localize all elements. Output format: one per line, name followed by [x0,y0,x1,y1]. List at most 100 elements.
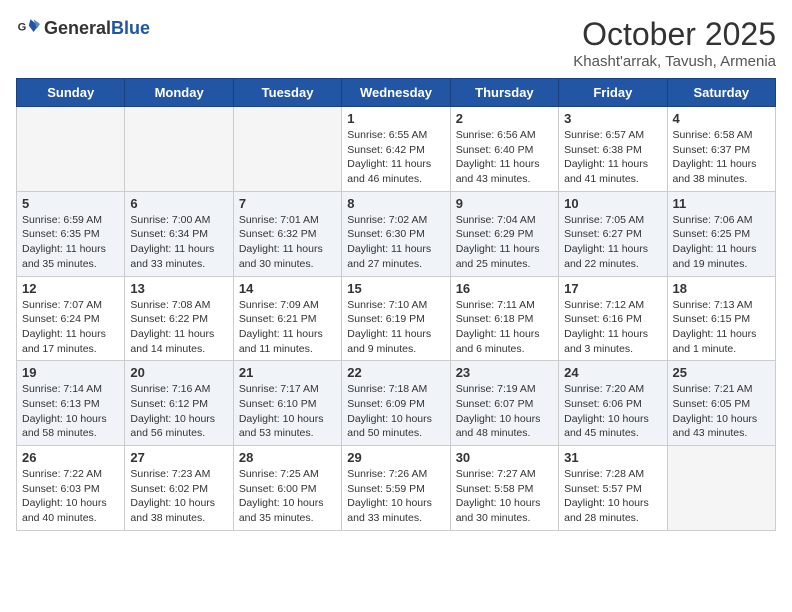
day-cell: 31Sunrise: 7:28 AM Sunset: 5:57 PM Dayli… [559,446,667,531]
day-number: 9 [456,196,553,211]
weekday-header-row: SundayMondayTuesdayWednesdayThursdayFrid… [17,79,776,107]
day-cell: 17Sunrise: 7:12 AM Sunset: 6:16 PM Dayli… [559,276,667,361]
day-cell: 22 Sunrise: 7:18 AM Sunset: 6:09 PM Dayli… [342,361,450,446]
day-cell: 9 Sunrise: 7:04 AM Sunset: 6:29 PM Daylig… [450,191,558,276]
week-row-4: 19 Sunrise: 7:14 AM Sunset: 6:13 PM Dayli… [17,361,776,446]
day-cell [233,107,341,192]
week-row-3: 12 Sunrise: 7:07 AM Sunset: 6:24 PM Dayli… [17,276,776,361]
day-cell: 25Sunrise: 7:21 AM Sunset: 6:05 PM Dayli… [667,361,775,446]
week-row-5: 26Sunrise: 7:22 AM Sunset: 6:03 PM Dayli… [17,446,776,531]
day-info: Sunrise: 7:19 AM Sunset: 6:07 PM Dayligh… [456,382,553,441]
day-info: Sunrise: 7:06 AM Sunset: 6:25 PM Dayligh… [673,213,770,272]
day-info: Sunrise: 7:02 AM Sunset: 6:30 PM Dayligh… [347,213,444,272]
day-number: 18 [673,281,770,296]
day-info: Sunrise: 7:27 AM Sunset: 5:58 PM Dayligh… [456,467,553,526]
day-info: Sunrise: 7:00 AM Sunset: 6:34 PM Dayligh… [130,213,227,272]
day-cell: 30 Sunrise: 7:27 AM Sunset: 5:58 PM Dayli… [450,446,558,531]
day-cell: 20 Sunrise: 7:16 AM Sunset: 6:12 PM Dayli… [125,361,233,446]
day-cell: 1 Sunrise: 6:55 AM Sunset: 6:42 PM Daylig… [342,107,450,192]
day-info: Sunrise: 7:21 AM Sunset: 6:05 PM Dayligh… [673,382,770,441]
calendar-table: SundayMondayTuesdayWednesdayThursdayFrid… [16,78,776,531]
day-number: 7 [239,196,336,211]
day-number: 28 [239,450,336,465]
title-area: October 2025 Khasht'arrak, Tavush, Armen… [573,16,776,70]
calendar-title: October 2025 [573,16,776,53]
day-info: Sunrise: 6:56 AM Sunset: 6:40 PM Dayligh… [456,128,553,187]
day-info: Sunrise: 7:23 AM Sunset: 6:02 PM Dayligh… [130,467,227,526]
day-info: Sunrise: 7:18 AM Sunset: 6:09 PM Dayligh… [347,382,444,441]
day-info: Sunrise: 7:14 AM Sunset: 6:13 PM Dayligh… [22,382,119,441]
logo-icon: G [16,16,40,40]
day-number: 23 [456,365,553,380]
day-cell: 28 Sunrise: 7:25 AM Sunset: 6:00 PM Dayli… [233,446,341,531]
day-cell: 27 Sunrise: 7:23 AM Sunset: 6:02 PM Dayli… [125,446,233,531]
day-info: Sunrise: 7:28 AM Sunset: 5:57 PM Dayligh… [564,467,661,526]
week-row-2: 5 Sunrise: 6:59 AM Sunset: 6:35 PM Daylig… [17,191,776,276]
day-cell: 29Sunrise: 7:26 AM Sunset: 5:59 PM Dayli… [342,446,450,531]
day-cell: 19 Sunrise: 7:14 AM Sunset: 6:13 PM Dayli… [17,361,125,446]
day-info: Sunrise: 7:16 AM Sunset: 6:12 PM Dayligh… [130,382,227,441]
day-cell: 11 Sunrise: 7:06 AM Sunset: 6:25 PM Dayli… [667,191,775,276]
day-number: 19 [22,365,119,380]
day-cell: 6Sunrise: 7:00 AM Sunset: 6:34 PM Daylig… [125,191,233,276]
day-info: Sunrise: 6:55 AM Sunset: 6:42 PM Dayligh… [347,128,444,187]
weekday-header-tuesday: Tuesday [233,79,341,107]
weekday-header-saturday: Saturday [667,79,775,107]
day-number: 4 [673,111,770,126]
day-number: 22 [347,365,444,380]
day-number: 12 [22,281,119,296]
day-number: 1 [347,111,444,126]
week-row-1: 1 Sunrise: 6:55 AM Sunset: 6:42 PM Daylig… [17,107,776,192]
day-info: Sunrise: 7:10 AM Sunset: 6:19 PM Dayligh… [347,298,444,357]
weekday-header-monday: Monday [125,79,233,107]
logo-blue-text: Blue [111,19,150,37]
day-number: 14 [239,281,336,296]
day-number: 10 [564,196,661,211]
logo-general-text: General [44,19,111,37]
day-cell: 8 Sunrise: 7:02 AM Sunset: 6:30 PM Daylig… [342,191,450,276]
day-number: 20 [130,365,227,380]
day-info: Sunrise: 7:05 AM Sunset: 6:27 PM Dayligh… [564,213,661,272]
day-number: 27 [130,450,227,465]
day-cell [667,446,775,531]
day-info: Sunrise: 6:59 AM Sunset: 6:35 PM Dayligh… [22,213,119,272]
weekday-header-wednesday: Wednesday [342,79,450,107]
day-info: Sunrise: 6:57 AM Sunset: 6:38 PM Dayligh… [564,128,661,187]
day-number: 21 [239,365,336,380]
day-number: 11 [673,196,770,211]
day-cell [125,107,233,192]
day-info: Sunrise: 7:20 AM Sunset: 6:06 PM Dayligh… [564,382,661,441]
day-cell: 3 Sunrise: 6:57 AM Sunset: 6:38 PM Daylig… [559,107,667,192]
day-info: Sunrise: 7:09 AM Sunset: 6:21 PM Dayligh… [239,298,336,357]
day-number: 13 [130,281,227,296]
day-number: 2 [456,111,553,126]
day-number: 8 [347,196,444,211]
day-info: Sunrise: 7:13 AM Sunset: 6:15 PM Dayligh… [673,298,770,357]
day-cell: 4Sunrise: 6:58 AM Sunset: 6:37 PM Daylig… [667,107,775,192]
day-cell: 13Sunrise: 7:08 AM Sunset: 6:22 PM Dayli… [125,276,233,361]
day-info: Sunrise: 7:04 AM Sunset: 6:29 PM Dayligh… [456,213,553,272]
day-info: Sunrise: 7:25 AM Sunset: 6:00 PM Dayligh… [239,467,336,526]
day-cell: 12 Sunrise: 7:07 AM Sunset: 6:24 PM Dayli… [17,276,125,361]
day-number: 29 [347,450,444,465]
day-cell: 18 Sunrise: 7:13 AM Sunset: 6:15 PM Dayli… [667,276,775,361]
day-number: 24 [564,365,661,380]
day-info: Sunrise: 7:17 AM Sunset: 6:10 PM Dayligh… [239,382,336,441]
day-info: Sunrise: 7:01 AM Sunset: 6:32 PM Dayligh… [239,213,336,272]
day-cell [17,107,125,192]
day-cell: 5 Sunrise: 6:59 AM Sunset: 6:35 PM Daylig… [17,191,125,276]
day-cell: 21 Sunrise: 7:17 AM Sunset: 6:10 PM Dayli… [233,361,341,446]
day-info: Sunrise: 7:07 AM Sunset: 6:24 PM Dayligh… [22,298,119,357]
day-number: 3 [564,111,661,126]
day-info: Sunrise: 7:11 AM Sunset: 6:18 PM Dayligh… [456,298,553,357]
day-number: 30 [456,450,553,465]
day-number: 26 [22,450,119,465]
day-cell: 15Sunrise: 7:10 AM Sunset: 6:19 PM Dayli… [342,276,450,361]
svg-text:G: G [18,21,27,33]
day-number: 5 [22,196,119,211]
day-cell: 14 Sunrise: 7:09 AM Sunset: 6:21 PM Dayli… [233,276,341,361]
day-info: Sunrise: 7:12 AM Sunset: 6:16 PM Dayligh… [564,298,661,357]
day-cell: 23 Sunrise: 7:19 AM Sunset: 6:07 PM Dayli… [450,361,558,446]
day-cell: 26Sunrise: 7:22 AM Sunset: 6:03 PM Dayli… [17,446,125,531]
day-cell: 7 Sunrise: 7:01 AM Sunset: 6:32 PM Daylig… [233,191,341,276]
